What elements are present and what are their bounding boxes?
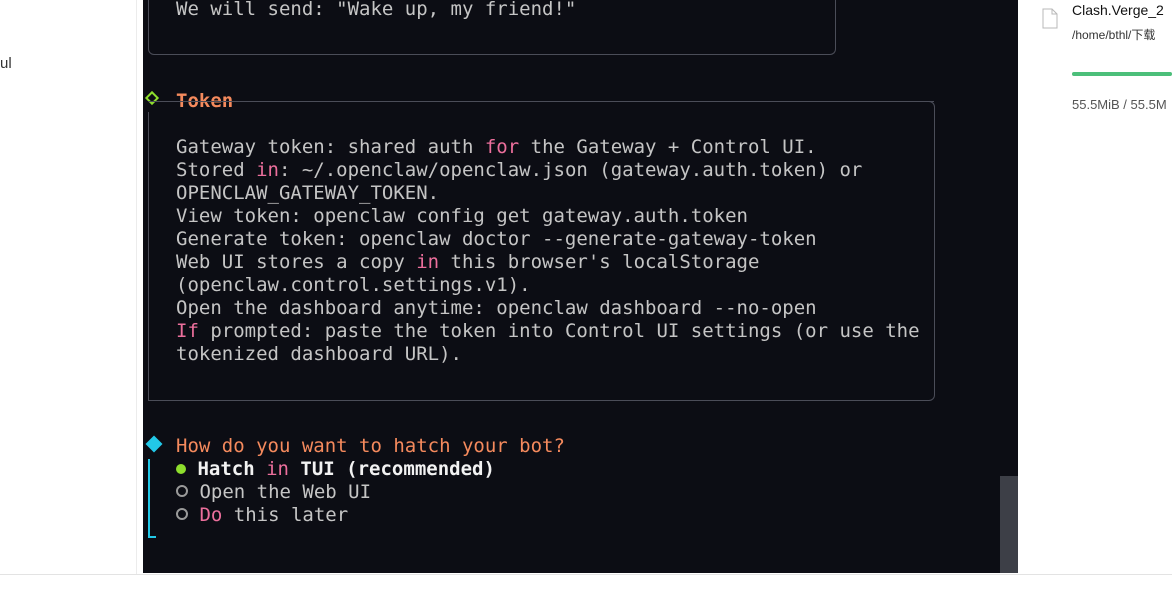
text-segment: If: [176, 320, 199, 342]
text-segment: prompted: paste the token into Control U…: [198, 320, 920, 342]
text-segment: : ~/.openclaw/openclaw.json (gateway.aut…: [278, 159, 863, 181]
token-info-line: OPENCLAW_GATEWAY_TOKEN.: [176, 182, 439, 205]
hatch-option[interactable]: Do this later: [176, 504, 348, 527]
terminal-window[interactable]: We will send: "Wake up, my friend!" Toke…: [143, 0, 1018, 573]
token-info-line: (openclaw.control.settings.v1).: [176, 274, 531, 297]
text-segment: Do: [199, 504, 223, 526]
prompt-guide-bar: [148, 459, 150, 538]
token-info-line: Generate token: openclaw doctor --genera…: [176, 228, 817, 251]
text-segment: Stored: [176, 159, 257, 181]
text-segment: (openclaw.control.settings.v1).: [176, 274, 531, 296]
previous-message-line: We will send: "Wake up, my friend!": [176, 0, 577, 20]
radio-empty-icon: [176, 485, 188, 497]
hatch-question: How do you want to hatch your bot?: [176, 435, 565, 457]
download-file-name[interactable]: Clash.Verge_2: [1072, 2, 1164, 18]
token-info-line: View token: openclaw config get gateway.…: [176, 205, 748, 228]
text-segment: View token: openclaw config get gateway.…: [176, 205, 748, 227]
bottom-bar: [0, 574, 1172, 611]
text-segment: Gateway token: shared auth: [176, 136, 485, 158]
text-segment: in: [256, 159, 279, 181]
prompt-guide-foot: [148, 536, 156, 538]
download-file-path: /home/bthl/下载: [1072, 28, 1156, 42]
text-segment: OPENCLAW_GATEWAY_TOKEN.: [176, 182, 440, 204]
text-segment: tokenized dashboard URL).: [176, 343, 462, 365]
terminal-scrollbar[interactable]: [1000, 476, 1018, 573]
text-segment: Open the Web UI: [199, 481, 372, 503]
token-info-line: tokenized dashboard URL).: [176, 343, 462, 366]
download-progress-track: [1072, 72, 1172, 76]
token-info-line: If prompted: paste the token into Contro…: [176, 320, 920, 343]
left-pane-text-fragment: ul: [0, 55, 12, 72]
radio-selected-icon: [176, 464, 186, 474]
text-segment: in: [266, 458, 289, 480]
token-info-line: Stored in: ~/.openclaw/openclaw.json (ga…: [176, 159, 862, 182]
hatch-option-selected[interactable]: Hatch in TUI (recommended): [176, 458, 495, 481]
file-icon: [1042, 8, 1058, 29]
token-info-line: Gateway token: shared auth for the Gatew…: [176, 136, 817, 159]
text-segment: Generate token: openclaw doctor --genera…: [176, 228, 817, 250]
text-segment: for: [484, 136, 520, 158]
text-segment: TUI (recommended): [288, 458, 495, 480]
text-segment: the Gateway + Control UI.: [519, 136, 817, 158]
text-segment: Hatch: [197, 458, 267, 480]
left-pane: ul: [0, 0, 137, 574]
token-box-left-border: [148, 112, 149, 400]
token-info-line: Web UI stores a copy in this browser's l…: [176, 251, 759, 274]
diamond-filled-icon: [145, 435, 163, 453]
radio-empty-icon: [176, 508, 188, 520]
hatch-option[interactable]: Open the Web UI: [176, 481, 371, 504]
text-segment: this later: [222, 504, 349, 526]
text-segment: in: [416, 251, 440, 273]
download-size: 55.5MiB / 55.5M: [1072, 97, 1167, 112]
token-info-line: Open the dashboard anytime: openclaw das…: [176, 297, 817, 320]
text-segment: Open the dashboard anytime: openclaw das…: [176, 297, 817, 319]
downloads-panel: Clash.Verge_2 /home/bthl/下载 55.5MiB / 55…: [1018, 0, 1172, 574]
download-progress-fill: [1072, 72, 1172, 76]
text-segment: this browser's localStorage: [439, 251, 760, 273]
text-segment: Web UI stores a copy: [176, 251, 417, 273]
